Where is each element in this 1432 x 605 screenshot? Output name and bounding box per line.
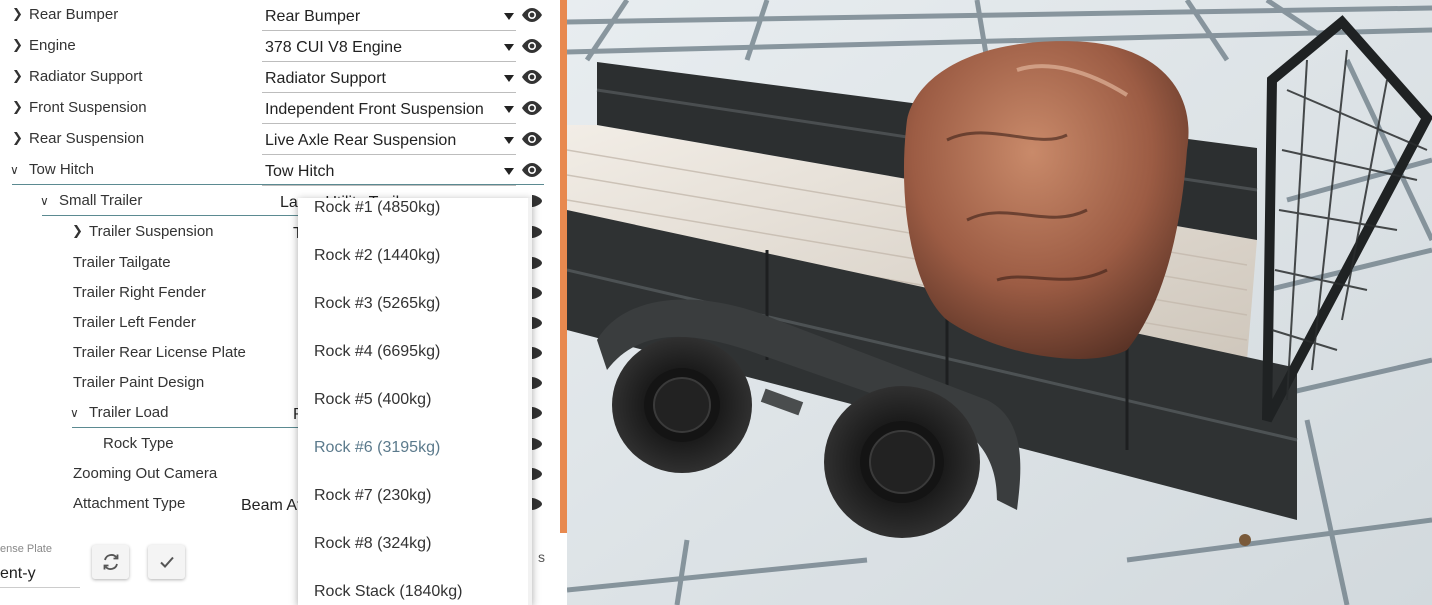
chevron-down-icon[interactable]: ∨ — [10, 163, 22, 177]
dropdown-option[interactable]: Rock #4 (6695kg) — [314, 343, 440, 361]
dropdown-arrow-icon — [504, 44, 514, 51]
dropdown-option[interactable]: Rock #5 (400kg) — [314, 391, 431, 409]
part-select-rear-suspension[interactable]: Live Axle Rear Suspension — [262, 124, 516, 155]
select-value: Tow Hitch — [265, 163, 335, 180]
select-value: Radiator Support — [265, 70, 386, 87]
apply-button[interactable] — [148, 545, 185, 579]
eye-icon[interactable] — [520, 99, 544, 117]
panel-resize-handle[interactable] — [560, 0, 567, 533]
part-row-tow-hitch: ∨ Tow Hitch Tow Hitch — [0, 155, 545, 186]
part-select-radiator-support[interactable]: Radiator Support — [262, 62, 516, 93]
part-select-attachment-type[interactable]: Beam At — [239, 489, 303, 520]
eye-icon[interactable] — [532, 496, 544, 512]
part-label: Rear Bumper — [29, 6, 119, 23]
rock — [903, 41, 1189, 359]
dropdown-option[interactable]: Rock #8 (324kg) — [314, 535, 431, 553]
checkmark-icon — [159, 556, 174, 568]
part-label: Attachment Type — [73, 495, 186, 512]
dropdown-option[interactable]: Rock #2 (1440kg) — [314, 247, 440, 265]
dropdown-arrow-icon — [504, 106, 514, 113]
part-row-front-suspension: ❯ Front Suspension Independent Front Sus… — [0, 93, 545, 124]
wheel-front — [612, 337, 752, 473]
part-label: Trailer Tailgate — [73, 254, 171, 271]
chevron-down-icon[interactable]: ∨ — [40, 194, 52, 208]
eye-icon[interactable] — [520, 68, 544, 86]
select-value: Beam At — [241, 497, 302, 514]
select-value: Independent Front Suspension — [265, 101, 484, 118]
part-select-engine[interactable]: 378 CUI V8 Engine — [262, 31, 516, 62]
eye-icon[interactable] — [520, 130, 544, 148]
part-row-rear-suspension: ❯ Rear Suspension Live Axle Rear Suspens… — [0, 124, 545, 155]
chevron-right-icon[interactable]: ❯ — [12, 100, 24, 114]
part-label: Radiator Support — [29, 68, 143, 85]
dropdown-option[interactable]: Rock #3 (5265kg) — [314, 295, 440, 313]
refresh-button[interactable] — [92, 545, 129, 579]
eye-icon[interactable] — [532, 345, 544, 361]
part-row-engine: ❯ Engine 378 CUI V8 Engine — [0, 31, 545, 62]
dropdown-option[interactable]: Rock #1 (4850kg) — [314, 199, 440, 217]
eye-icon[interactable] — [532, 436, 544, 452]
dropdown-option-selected[interactable]: Rock #6 (3195kg) — [314, 439, 440, 457]
license-plate-field[interactable]: ense Plate ent-y — [0, 540, 80, 588]
part-label: Trailer Load — [89, 404, 169, 421]
chevron-right-icon[interactable]: ❯ — [72, 224, 84, 238]
eye-icon[interactable] — [532, 285, 544, 301]
trailer-scene — [567, 0, 1432, 605]
dropdown-arrow-icon — [504, 168, 514, 175]
eye-icon[interactable] — [532, 405, 544, 421]
dropdown-arrow-icon — [504, 13, 514, 20]
part-label: Trailer Paint Design — [73, 374, 205, 391]
part-select-rear-bumper[interactable]: Rear Bumper — [262, 0, 516, 31]
eye-icon[interactable] — [532, 193, 544, 209]
part-row-rear-bumper: ❯ Rear Bumper Rear Bumper — [0, 0, 545, 31]
part-label: Small Trailer — [59, 192, 143, 209]
part-select-front-suspension[interactable]: Independent Front Suspension — [262, 93, 516, 124]
license-plate-caption: ense Plate — [0, 543, 52, 555]
eye-icon[interactable] — [520, 37, 544, 55]
select-value: Live Axle Rear Suspension — [265, 132, 457, 149]
select-value: Rear Bumper — [265, 8, 361, 25]
eye-icon[interactable] — [532, 466, 544, 482]
dropdown-option[interactable]: Rock Stack (1840kg) — [314, 583, 463, 601]
eye-icon[interactable] — [520, 6, 544, 24]
dropdown-scrollbar[interactable] — [528, 198, 532, 605]
active-underline — [72, 427, 298, 428]
eye-icon[interactable] — [532, 315, 544, 331]
eye-icon[interactable] — [520, 161, 544, 179]
dropdown-option[interactable]: Rock #7 (230kg) — [314, 487, 431, 505]
part-label: Rear Suspension — [29, 130, 145, 147]
part-label: Front Suspension — [29, 99, 147, 116]
part-label: Trailer Right Fender — [73, 284, 206, 301]
chevron-right-icon[interactable]: ❯ — [12, 131, 24, 145]
dropdown-arrow-icon — [504, 137, 514, 144]
rock-type-dropdown[interactable]: Rock #1 (4850kg) Rock #2 (1440kg) Rock #… — [298, 198, 532, 605]
part-label: Tow Hitch — [29, 161, 95, 178]
active-underline — [12, 184, 544, 185]
eye-icon[interactable] — [532, 224, 544, 240]
field-underline — [0, 587, 80, 588]
part-label: Trailer Left Fender — [73, 314, 196, 331]
active-underline — [42, 215, 298, 216]
refresh-icon — [103, 554, 118, 570]
eye-icon[interactable] — [532, 255, 544, 271]
license-plate-value[interactable]: ent-y — [0, 565, 36, 583]
wheel-rear — [824, 386, 980, 538]
chevron-right-icon[interactable]: ❯ — [12, 38, 24, 52]
3d-viewport[interactable] — [567, 0, 1432, 605]
part-label: Engine — [29, 37, 76, 54]
dropdown-arrow-icon — [504, 75, 514, 82]
part-label: Rock Type — [103, 435, 174, 452]
part-label: Trailer Suspension — [89, 223, 214, 240]
chevron-down-icon[interactable]: ∨ — [70, 406, 82, 420]
part-row-radiator-support: ❯ Radiator Support Radiator Support — [0, 62, 545, 93]
vehicle-config-panel: ❯ Rear Bumper Rear Bumper ❯ Engine 378 C… — [0, 0, 560, 605]
part-label: Zooming Out Camera — [73, 465, 218, 482]
part-label: Trailer Rear License Plate — [73, 344, 246, 361]
partial-text: s — [538, 549, 545, 565]
chevron-right-icon[interactable]: ❯ — [12, 69, 24, 83]
select-value: 378 CUI V8 Engine — [265, 39, 402, 56]
chevron-right-icon[interactable]: ❯ — [12, 7, 24, 21]
part-select-tow-hitch[interactable]: Tow Hitch — [262, 155, 516, 186]
eye-icon[interactable] — [532, 375, 544, 391]
